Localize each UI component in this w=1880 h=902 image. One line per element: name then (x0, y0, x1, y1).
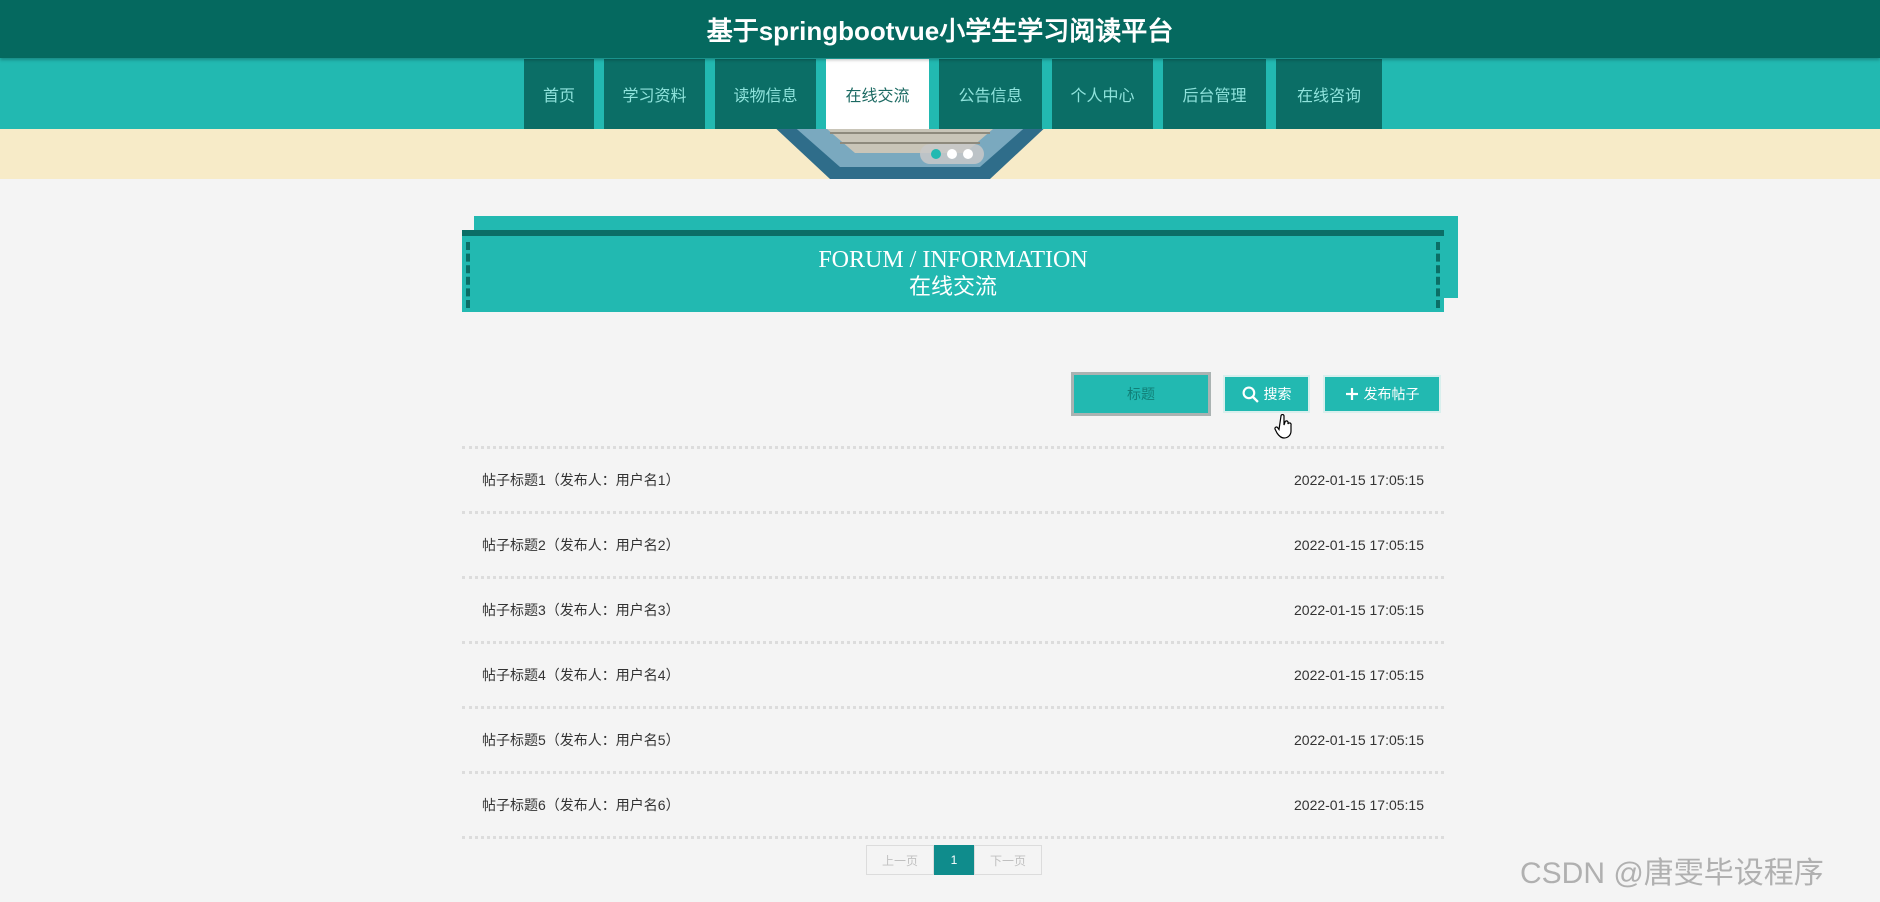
carousel-dot[interactable] (931, 149, 941, 159)
carousel-dot[interactable] (963, 149, 973, 159)
post-title[interactable]: 帖子标题4（发布人：用户名4） (482, 665, 680, 685)
post-title[interactable]: 帖子标题2（发布人：用户名2） (482, 535, 680, 555)
post-time: 2022-01-15 17:05:15 (1294, 732, 1424, 748)
carousel-dot[interactable] (947, 149, 957, 159)
nav-item-admin[interactable]: 后台管理 (1163, 59, 1266, 129)
heading-panel: FORUM / INFORMATION 在线交流 (462, 230, 1444, 312)
nav-label: 个人中心 (1070, 88, 1135, 105)
heading-en: FORUM / INFORMATION (818, 247, 1088, 273)
nav-label: 在线咨询 (1296, 88, 1361, 105)
pagination: 上一页 1 下一页 (866, 845, 1042, 875)
post-row[interactable]: 帖子标题6（发布人：用户名6） 2022-01-15 17:05:15 (462, 774, 1444, 839)
heading-cn: 在线交流 (908, 274, 997, 299)
post-row[interactable]: 帖子标题4（发布人：用户名4） 2022-01-15 17:05:15 (462, 644, 1444, 709)
nav-list: 首页 学习资料 读物信息 在线交流 公告信息 个人中心 后台管理 在线咨询 (524, 59, 1392, 129)
post-row[interactable]: 帖子标题5（发布人：用户名5） 2022-01-15 17:05:15 (462, 709, 1444, 774)
search-icon (1242, 386, 1259, 403)
banner-carousel (0, 129, 1880, 179)
post-title[interactable]: 帖子标题5（发布人：用户名5） (482, 730, 680, 750)
site-title: 基于springbootvue小学生学习阅读平台 (706, 15, 1174, 46)
next-page-button[interactable]: 下一页 (974, 845, 1042, 875)
post-title[interactable]: 帖子标题6（发布人：用户名6） (482, 795, 680, 815)
watermark-text: CSDN @唐雯毕设程序 (1520, 857, 1824, 890)
nav-item-online-forum[interactable]: 在线交流 (826, 59, 929, 129)
nav-item-study-materials[interactable]: 学习资料 (604, 59, 705, 129)
nav-item-announcements[interactable]: 公告信息 (939, 59, 1042, 129)
new-post-button[interactable]: 发布帖子 (1323, 375, 1441, 413)
page-number-current[interactable]: 1 (934, 845, 974, 875)
nav-item-home[interactable]: 首页 (524, 59, 594, 129)
plus-icon (1345, 388, 1358, 400)
nav-item-personal-center[interactable]: 个人中心 (1052, 59, 1153, 129)
post-row[interactable]: 帖子标题2（发布人：用户名2） 2022-01-15 17:05:15 (462, 514, 1444, 579)
search-button-label: 搜索 (1263, 386, 1292, 402)
post-time: 2022-01-15 17:05:15 (1294, 472, 1424, 488)
new-post-label: 发布帖子 (1363, 386, 1420, 402)
book-image (776, 129, 1044, 179)
nav-label: 后台管理 (1182, 88, 1247, 105)
hand-cursor-icon (1274, 414, 1292, 439)
post-list: 帖子标题1（发布人：用户名1） 2022-01-15 17:05:15 帖子标题… (462, 446, 1444, 839)
nav-label: 读物信息 (733, 88, 798, 105)
nav-item-online-consult[interactable]: 在线咨询 (1276, 59, 1382, 129)
post-time: 2022-01-15 17:05:15 (1294, 537, 1424, 553)
post-row[interactable]: 帖子标题1（发布人：用户名1） 2022-01-15 17:05:15 (462, 449, 1444, 514)
post-time: 2022-01-15 17:05:15 (1294, 667, 1424, 683)
carousel-indicator (920, 144, 984, 164)
nav-label: 首页 (542, 88, 575, 105)
prev-page-button[interactable]: 上一页 (866, 845, 934, 875)
top-header: 基于springbootvue小学生学习阅读平台 (0, 0, 1880, 58)
post-title[interactable]: 帖子标题1（发布人：用户名1） (482, 470, 680, 490)
nav-item-reading-info[interactable]: 读物信息 (715, 59, 816, 129)
post-time: 2022-01-15 17:05:15 (1294, 602, 1424, 618)
title-search-input[interactable] (1071, 372, 1211, 416)
post-time: 2022-01-15 17:05:15 (1294, 797, 1424, 813)
section-heading: FORUM / INFORMATION 在线交流 (462, 216, 1458, 312)
nav-label: 在线交流 (845, 88, 910, 105)
main-nav: 首页 学习资料 读物信息 在线交流 公告信息 个人中心 后台管理 在线咨询 (0, 58, 1880, 129)
post-row[interactable]: 帖子标题3（发布人：用户名3） 2022-01-15 17:05:15 (462, 579, 1444, 644)
post-title[interactable]: 帖子标题3（发布人：用户名3） (482, 600, 680, 620)
search-button[interactable]: 搜索 (1223, 375, 1310, 413)
nav-label: 学习资料 (622, 88, 687, 105)
nav-label: 公告信息 (958, 88, 1023, 105)
